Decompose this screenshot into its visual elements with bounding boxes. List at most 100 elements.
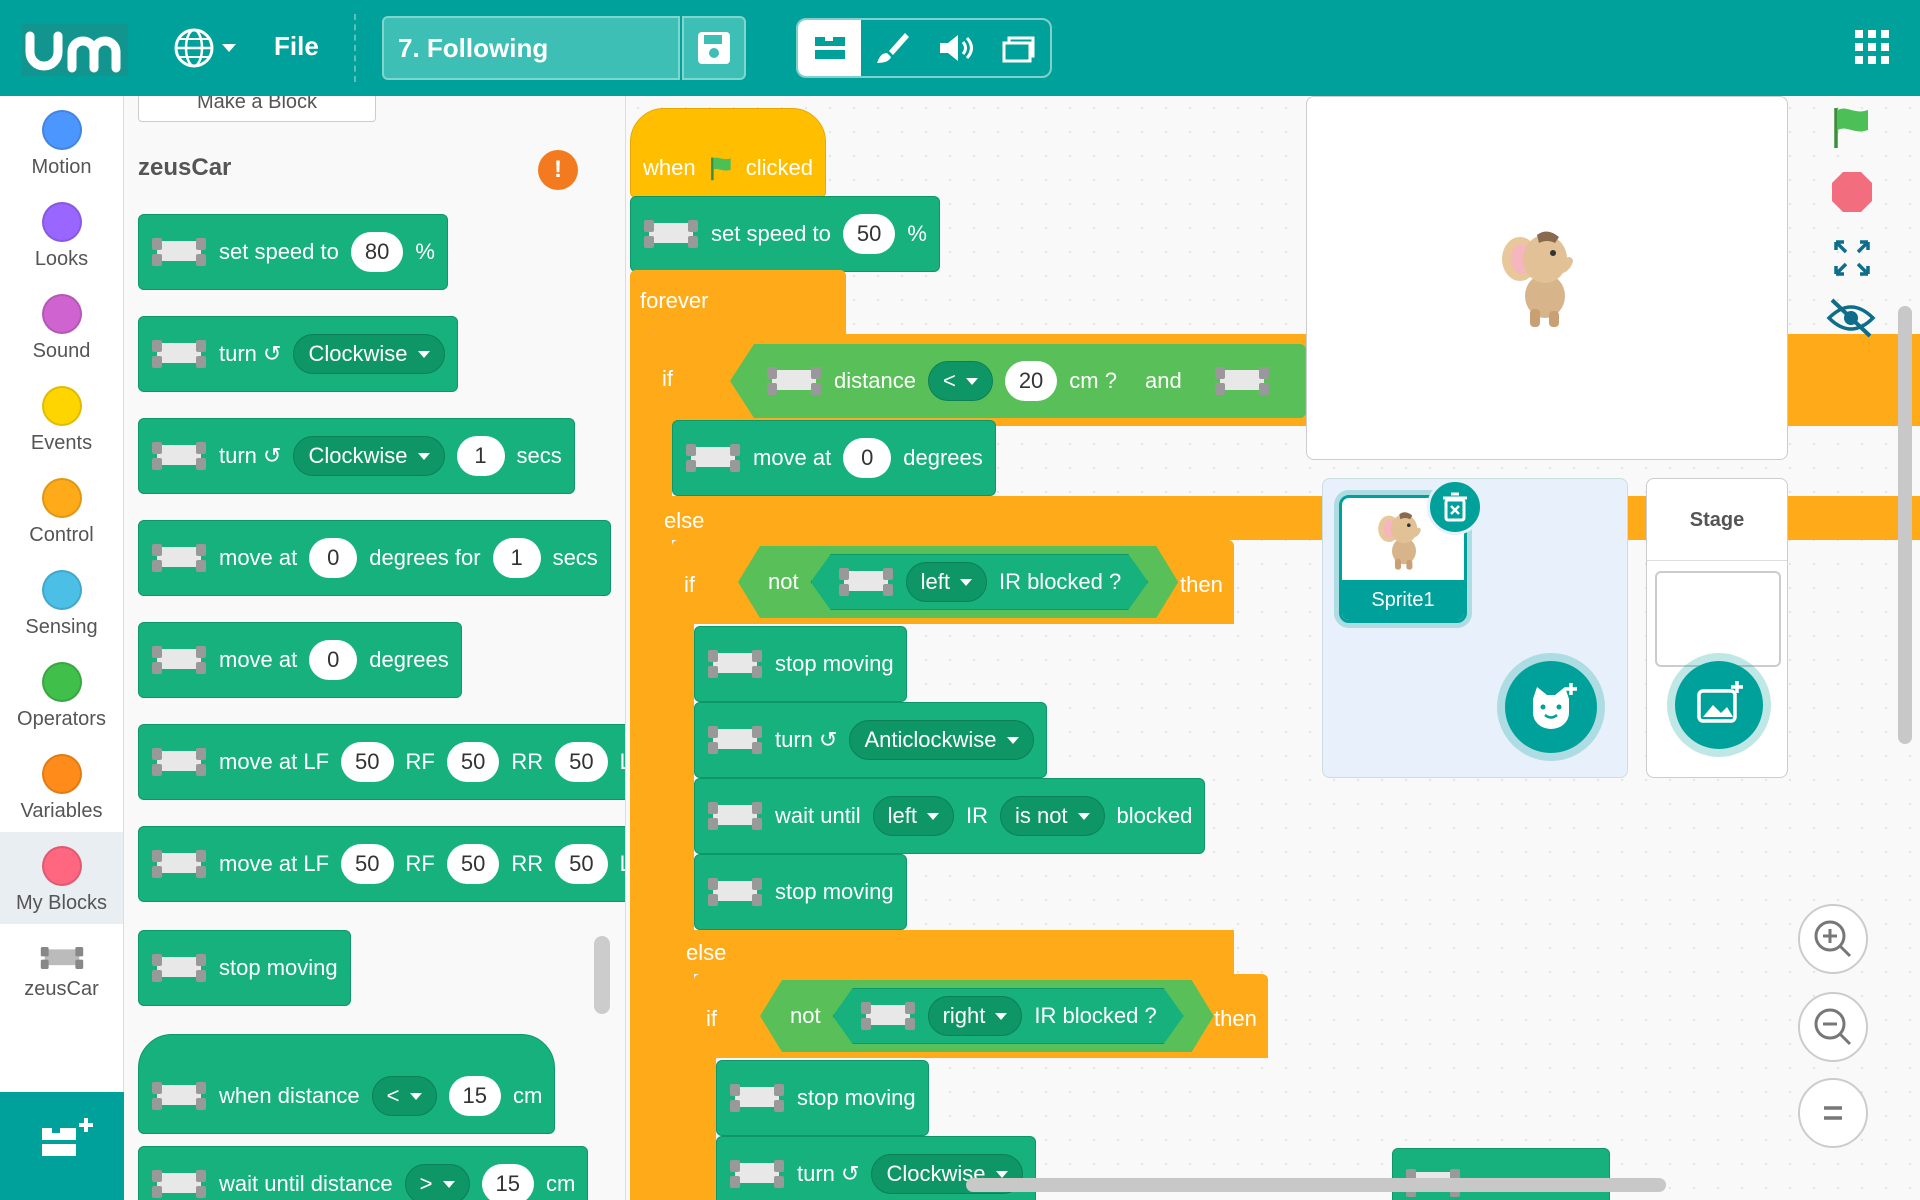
number-input[interactable]: 50 <box>446 844 500 884</box>
stage-canvas[interactable] <box>1306 96 1788 460</box>
number-input[interactable]: 80 <box>350 232 404 272</box>
operator-dropdown[interactable]: < <box>927 361 993 401</box>
direction-dropdown[interactable]: Anticlockwise <box>849 720 1034 760</box>
direction-dropdown[interactable]: Clockwise <box>293 436 445 476</box>
category-control[interactable]: Control <box>0 464 123 556</box>
category-operators[interactable]: Operators <box>0 648 123 740</box>
block-wait-until-ir[interactable]: wait until left IR is not blocked <box>694 778 1206 854</box>
category-sensing[interactable]: Sensing <box>0 556 123 648</box>
category-my-blocks[interactable]: My Blocks <box>0 832 123 924</box>
horizontal-scrollbar[interactable] <box>966 1178 1666 1192</box>
operator-dropdown[interactable]: > <box>404 1164 470 1200</box>
category-sound[interactable]: Sound <box>0 280 123 372</box>
block-stop-moving[interactable]: stop moving <box>716 1060 929 1136</box>
side-dropdown[interactable]: left <box>872 796 954 836</box>
vertical-scrollbar[interactable] <box>1898 306 1912 744</box>
add-backdrop-button[interactable] <box>1675 661 1763 749</box>
and-condition[interactable]: distance < 20 cm ? and <box>730 344 1306 418</box>
number-input[interactable]: 15 <box>448 1076 501 1116</box>
fullscreen-icon[interactable] <box>1830 236 1874 280</box>
category-zeuscar[interactable]: zeusCar <box>0 924 123 1016</box>
file-menu[interactable]: File <box>274 31 319 62</box>
block-text: move at LF <box>219 851 330 876</box>
warning-icon[interactable]: ! <box>538 150 578 190</box>
block-stop-moving[interactable]: stop moving <box>138 930 351 1006</box>
number-input[interactable]: 1 <box>456 436 505 476</box>
car-icon <box>152 1170 206 1198</box>
number-input[interactable]: 50 <box>555 844 608 884</box>
save-button[interactable] <box>682 16 746 80</box>
number-input[interactable]: 50 <box>842 214 896 254</box>
block-move-degrees[interactable]: move at 0 degrees <box>672 420 996 496</box>
make-block-button[interactable]: Make a Block <box>138 96 376 122</box>
block-move-degrees[interactable]: move at 0 degrees <box>138 622 462 698</box>
block-move-wheels-2[interactable]: move at LF 50 RF 50 RR 50 L <box>138 826 625 902</box>
block-partial[interactable] <box>1392 1148 1610 1200</box>
direction-dropdown[interactable]: Clockwise <box>293 334 445 374</box>
zoom-reset-button[interactable] <box>1798 1078 1868 1148</box>
side-dropdown[interactable]: left <box>906 562 987 602</box>
category-looks[interactable]: Looks <box>0 188 123 280</box>
number-input[interactable]: 50 <box>341 844 394 884</box>
code-blocks-icon <box>814 37 845 59</box>
tab-stage-layers[interactable] <box>987 20 1050 76</box>
block-move-wheels[interactable]: move at LF 50 RF 50 RR 50 L <box>138 724 625 800</box>
ir-blocked-reporter[interactable]: right IR blocked ? <box>833 988 1184 1044</box>
language-menu[interactable] <box>174 28 240 68</box>
block-set-speed[interactable]: set speed to 80 % <box>138 214 448 290</box>
block-when-flag-clicked[interactable]: when clicked <box>630 108 826 198</box>
category-variables[interactable]: Variables <box>0 740 123 832</box>
palette-section-title: zeusCar <box>138 154 232 181</box>
dropdown-value: < <box>386 1083 400 1108</box>
block-move-degrees-for[interactable]: move at 0 degrees for 1 secs <box>138 520 611 596</box>
project-name-input[interactable]: 7. Following <box>382 16 680 80</box>
stage-thumbnail[interactable] <box>1655 571 1781 667</box>
stop-icon[interactable] <box>1830 170 1874 214</box>
not-condition[interactable]: not left IR blocked ? <box>738 546 1178 618</box>
tab-costumes[interactable] <box>861 20 924 76</box>
number-input[interactable]: 0 <box>309 640 358 680</box>
number-input[interactable]: 50 <box>555 742 608 782</box>
block-stop-moving[interactable]: stop moving <box>694 854 907 930</box>
category-dot <box>41 570 82 610</box>
tab-code[interactable] <box>798 20 861 76</box>
not-condition[interactable]: not right IR blocked ? <box>760 980 1214 1052</box>
tab-sounds[interactable] <box>924 20 987 76</box>
number-input[interactable]: 15 <box>481 1164 534 1200</box>
number-input[interactable]: 0 <box>309 538 358 578</box>
number-input[interactable]: 0 <box>843 438 892 478</box>
zoom-out-button[interactable] <box>1798 992 1868 1062</box>
block-stop-moving[interactable]: stop moving <box>694 626 907 702</box>
state-dropdown[interactable]: is not <box>999 796 1105 836</box>
delete-sprite-button[interactable] <box>1427 479 1483 535</box>
number-input[interactable]: 1 <box>492 538 541 578</box>
add-sprite-button[interactable] <box>1505 661 1597 753</box>
block-text: if <box>684 572 695 597</box>
elephant-sprite[interactable] <box>1495 221 1595 331</box>
side-dropdown[interactable]: right <box>928 996 1023 1036</box>
block-set-speed[interactable]: set speed to 50 % <box>630 196 940 272</box>
number-input[interactable]: 20 <box>1004 361 1058 401</box>
category-motion[interactable]: Motion <box>0 96 123 188</box>
hide-stage-icon[interactable] <box>1826 296 1876 340</box>
operator-dropdown[interactable]: < <box>371 1076 437 1116</box>
apps-grid-icon[interactable] <box>1855 30 1889 64</box>
palette-scrollbar[interactable] <box>594 936 610 1014</box>
category-events[interactable]: Events <box>0 372 123 464</box>
car-icon <box>708 878 762 906</box>
ir-blocked-reporter[interactable]: left IR blocked ? <box>811 554 1149 610</box>
block-turn[interactable]: turn ↺ Clockwise <box>138 316 458 392</box>
block-when-distance[interactable]: when distance < 15 cm <box>138 1034 556 1134</box>
block-turn[interactable]: turn ↺ Anticlockwise <box>694 702 1047 778</box>
block-wait-until-distance[interactable]: wait until distance > 15 cm <box>138 1146 589 1200</box>
number-input[interactable]: 50 <box>341 742 394 782</box>
forever-block[interactable]: forever <box>630 270 846 334</box>
green-flag-icon[interactable] <box>1828 104 1874 150</box>
zoom-in-button[interactable] <box>1798 904 1868 974</box>
block-text: clicked <box>745 155 813 180</box>
number-input[interactable]: 50 <box>446 742 500 782</box>
add-extension-button[interactable] <box>0 1092 124 1200</box>
block-turn-secs[interactable]: turn ↺ Clockwise 1 secs <box>138 418 575 494</box>
app-logo[interactable] <box>22 24 128 76</box>
stage-selector[interactable]: Stage <box>1646 478 1788 778</box>
